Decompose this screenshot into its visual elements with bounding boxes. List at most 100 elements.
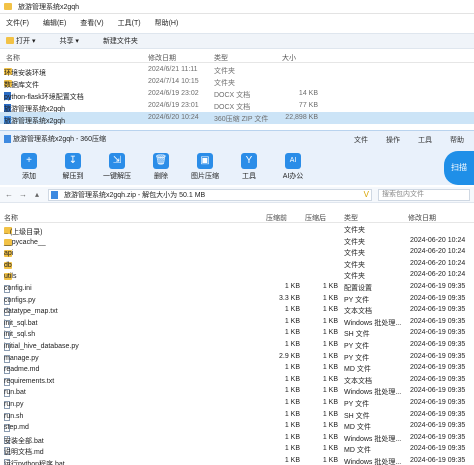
zip-file-type: 文件夹: [344, 227, 365, 234]
zip-file-row[interactable]: 说明文档.md 1 KB 1 KB MD 文件 2024-06-19 09:35: [0, 443, 474, 456]
zip-menu-file[interactable]: 文件: [354, 135, 368, 145]
menu-help[interactable]: 帮助(H): [155, 18, 179, 28]
file-size: 77 KB: [298, 102, 318, 109]
zip-file-row[interactable]: datatype_map.txt 1 KB 1 KB 文本文档 2024-06-19 0…: [0, 304, 474, 317]
zcol-date[interactable]: 修改日期: [408, 213, 436, 223]
zip-file-row[interactable]: run.py 1 KB 1 KB PY 文件 2024-06-19 09:35: [0, 397, 474, 409]
zip-file-type: 配置设置: [344, 284, 372, 292]
zip-file-name: __pycache__: [4, 238, 46, 246]
zip-size: 1 KB: [322, 329, 338, 337]
zip-search-input[interactable]: 搜索包内文件: [378, 189, 470, 201]
zip-file-row[interactable]: 安装全部.bat 1 KB 1 KB Windows 批处理... 2024-06-19…: [0, 432, 474, 445]
breadcrumb[interactable]: 旅游管理系统x2gqh: [18, 2, 79, 12]
file-type: 360压缩 ZIP 文件: [214, 116, 269, 123]
forward-icon[interactable]: →: [18, 190, 28, 200]
zip-size: 1 KB: [322, 340, 338, 348]
zip-file-name: initial_hive_database.py: [4, 342, 79, 350]
col-type[interactable]: 类型: [214, 53, 228, 63]
zip-packed-size: 1 KB: [284, 317, 300, 325]
zip-size: 1 KB: [322, 398, 338, 406]
zip-file-row[interactable]: configs.py 3.3 KB 1 KB PY 文件 2024-06-19 09:3…: [0, 293, 474, 305]
zip-file-type: PY 文件: [344, 400, 370, 408]
one-click-extract-button[interactable]: ⇲ 一键解压: [100, 153, 134, 185]
add-button[interactable]: + 添加: [12, 153, 46, 185]
zip-size: 1 KB: [322, 422, 338, 430]
zip-file-row[interactable]: db 文件夹 2024-06-20 10:24: [0, 258, 474, 270]
zcol-packed[interactable]: 压缩前: [266, 213, 287, 223]
file-date: 2024/7/14 10:15: [148, 78, 199, 85]
zip-file-row[interactable]: utils 文件夹 2024-06-20 10:24: [0, 269, 474, 281]
share-button[interactable]: 共享 ▾: [59, 36, 78, 46]
zip-window: 旅游管理系统x2gqh - 360压缩 文件 操作 工具 帮助 + 添加 ↧ 解压到…: [0, 130, 474, 465]
delete-button[interactable]: 🗑 删除: [144, 153, 178, 185]
explorer-file-row[interactable]: 数据库文件 2024/7/14 10:15 文件夹: [0, 76, 474, 89]
zip-packed-size: 1 KB: [284, 340, 300, 348]
zcol-name[interactable]: 名称: [4, 213, 18, 223]
file-date: 2024/6/21 11:11: [148, 66, 198, 73]
col-name[interactable]: 名称: [6, 53, 20, 63]
menu-view[interactable]: 查看(V): [80, 18, 103, 28]
new-folder-button[interactable]: 新建文件夹: [103, 36, 138, 46]
zip-file-list: .. (上级目录) 文件夹 __pycache__ 文件夹 2024-06-20 10:…: [0, 223, 474, 465]
col-date[interactable]: 修改日期: [148, 53, 176, 63]
zip-file-type: PY 文件: [344, 342, 370, 350]
zip-menu-help[interactable]: 帮助: [450, 135, 464, 145]
folder-icon: [4, 3, 12, 10]
zip-file-type: 文件夹: [344, 261, 365, 269]
zcol-type[interactable]: 类型: [344, 213, 358, 223]
zcol-size[interactable]: 压缩后: [305, 213, 326, 223]
scan-button[interactable]: 扫描: [444, 151, 474, 185]
zip-file-row[interactable]: api 文件夹 2024-06-20 10:24: [0, 246, 474, 258]
zip-file-row[interactable]: run.bat 1 KB 1 KB Windows 批处理... 2024-06-19 …: [0, 385, 474, 398]
extract-to-button[interactable]: ↧ 解压到: [56, 153, 90, 185]
zip-file-name: init_sql.bat: [4, 319, 38, 327]
zip-column-header: 名称 压缩前 压缩后 类型 修改日期: [0, 211, 474, 223]
zip-file-row[interactable]: run.sh 1 KB 1 KB SH 文件 2024-06-19 09:35: [0, 409, 474, 421]
explorer-column-header: 名称 修改日期 类型 大小: [0, 51, 474, 63]
explorer-file-row[interactable]: 旅游管理系统x2gqh 2024/6/20 10:24 360压缩 ZIP 文件 22…: [0, 112, 474, 125]
explorer-address-bar[interactable]: 旅游管理系统x2gqh: [0, 0, 474, 14]
explorer-file-row[interactable]: python-flask环境配置文档 2024/6/19 23:02 DOCX 文档…: [0, 88, 474, 101]
col-size[interactable]: 大小: [282, 53, 296, 63]
explorer-file-row[interactable]: 旅游管理系统x2gqh 2024/6/19 23:01 DOCX 文档 77 KB: [0, 100, 474, 113]
zip-file-date: 2024-06-19 09:35: [410, 433, 466, 441]
zip-file-date: 2024-06-20 10:24: [410, 248, 466, 256]
menu-edit[interactable]: 编辑(E): [43, 18, 66, 28]
tools-button[interactable]: Y 工具: [232, 153, 266, 185]
zip-file-row[interactable]: .. (上级目录) 文件夹: [0, 223, 474, 236]
back-icon[interactable]: ←: [4, 190, 14, 200]
zip-file-type: Windows 批处理...: [344, 435, 402, 443]
up-icon[interactable]: ▴: [32, 190, 42, 200]
zip-file-row[interactable]: __pycache__ 文件夹 2024-06-20 10:24: [0, 235, 474, 247]
zip-file-row[interactable]: manage.py 2.9 KB 1 KB PY 文件 2024-06-19 09:35: [0, 351, 474, 363]
ai-office-button[interactable]: AI AI办公: [276, 153, 310, 185]
zip-file-name: datatype_map.txt: [4, 308, 58, 316]
zip-file-row[interactable]: config.ini 1 KB 1 KB 配置设置 2024-06-19 09:35: [0, 281, 474, 293]
zip-file-row[interactable]: readme.md 1 KB 1 KB MD 文件 2024-06-19 09:35: [0, 362, 474, 375]
menu-tools[interactable]: 工具(T): [118, 18, 141, 28]
zip-packed-size: 1 KB: [284, 282, 300, 290]
zip-file-row[interactable]: initial_hive_database.py 1 KB 1 KB PY 文件 202…: [0, 339, 474, 351]
zip-file-row[interactable]: 运行python程序.bat 1 KB 1 KB Windows 批处理... 2024…: [0, 455, 474, 465]
zip-menu-tools[interactable]: 工具: [418, 135, 432, 145]
zip-menu-action[interactable]: 操作: [386, 135, 400, 145]
zip-path-bar[interactable]: 旅游管理系统x2gqh.zip - 解包大小为 50.1 MB V: [48, 189, 372, 201]
chevron-down-icon[interactable]: V: [364, 190, 369, 199]
zip-file-type: Windows 批处理...: [344, 389, 402, 397]
zip-packed-size: 1 KB: [284, 410, 300, 418]
extract-icon: ↧: [65, 153, 81, 169]
zip-file-type: PY 文件: [344, 354, 370, 362]
zip-file-row[interactable]: init_sql.bat 1 KB 1 KB Windows 批处理... 2024-0…: [0, 316, 474, 328]
zip-packed-size: 1 KB: [284, 456, 300, 464]
zip-file-row[interactable]: step.md 1 KB 1 KB MD 文件 2024-06-19 09:35: [0, 420, 474, 433]
open-button[interactable]: 打开 ▾: [6, 36, 35, 46]
zip-file-row[interactable]: init_sql.sh 1 KB 1 KB SH 文件 2024-06-19 09:35: [0, 327, 474, 340]
image-compress-button[interactable]: ▣ 图片压缩: [188, 153, 222, 185]
zip-menu-bar: 文件 操作 工具 帮助: [354, 135, 464, 145]
one-click-extract-icon: ⇲: [109, 153, 125, 169]
menu-file[interactable]: 文件(F): [6, 18, 29, 28]
file-date: 2024/6/19 23:02: [148, 90, 199, 97]
zip-file-type: 文件夹: [344, 238, 365, 246]
explorer-file-row[interactable]: 环境安装环境 2024/6/21 11:11 文件夹: [0, 64, 474, 77]
zip-file-row[interactable]: requirements.txt 1 KB 1 KB 文本文档 2024-06-19 0…: [0, 374, 474, 386]
